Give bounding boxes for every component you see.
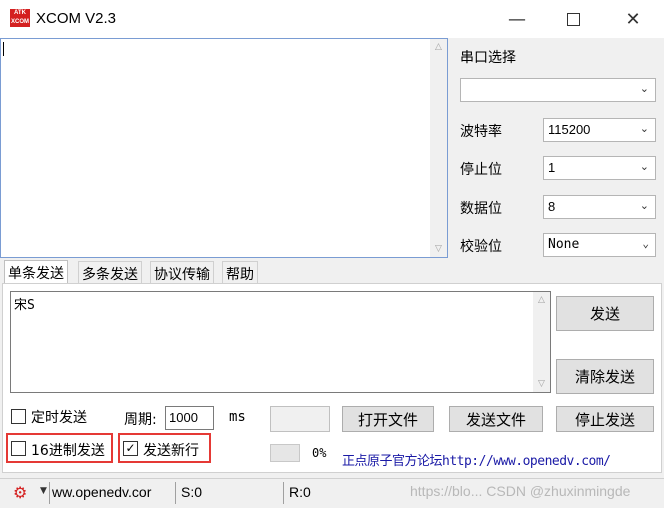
stop-bits-value: 1	[548, 160, 556, 175]
chevron-down-icon[interactable]: ▼	[40, 486, 47, 496]
port-select[interactable]: ⌄	[460, 78, 656, 102]
data-bits-label: 数据位	[460, 201, 502, 217]
stop-bits-label: 停止位	[460, 162, 502, 178]
chevron-down-icon: ⌄	[639, 161, 649, 173]
minimize-button[interactable]: —	[489, 0, 545, 38]
received-count: R:0	[289, 484, 311, 500]
status-separator	[283, 482, 284, 504]
watermark: https://blo... CSDN @zhuxinmingde	[410, 483, 631, 499]
port-label: 串口选择	[460, 50, 516, 66]
period-input[interactable]: 1000	[165, 406, 214, 430]
stop-bits-select[interactable]: 1 ⌄	[543, 156, 656, 180]
maximize-icon	[566, 12, 580, 26]
tab-multi-send[interactable]: 多条发送	[78, 261, 142, 285]
tab-protocol[interactable]: 协议传输	[150, 261, 214, 285]
data-bits-select[interactable]: 8 ⌄	[543, 195, 656, 219]
status-separator	[175, 482, 176, 504]
progress-bar	[270, 444, 300, 462]
open-file-button[interactable]: 打开文件	[342, 406, 434, 432]
scroll-down-icon[interactable]: ▽	[430, 241, 447, 257]
hex-send-label: 16进制发送	[31, 443, 105, 459]
data-bits-value: 8	[548, 199, 556, 214]
progress-percent: 0%	[312, 446, 327, 460]
baud-value: 115200	[548, 122, 591, 137]
send-button[interactable]: 发送	[556, 296, 654, 331]
scroll-up-icon[interactable]: △	[430, 39, 447, 55]
forum-link[interactable]: 正点原子官方论坛http://www.openedv.com/	[342, 450, 611, 469]
close-icon: ✕	[625, 8, 641, 30]
receive-scrollbar[interactable]: △ ▽	[430, 39, 447, 257]
status-separator	[49, 482, 50, 504]
receive-textarea[interactable]: △ ▽	[0, 38, 448, 258]
baud-select[interactable]: 115200 ⌄	[543, 118, 656, 142]
clear-send-button[interactable]: 清除发送	[556, 359, 654, 394]
chevron-down-icon: ⌄	[642, 237, 649, 250]
gear-icon[interactable]: ⚙	[13, 483, 27, 502]
status-site[interactable]: ww.openedv.cor	[52, 484, 172, 500]
status-bar: ⚙ ▼ ww.openedv.cor S:0 R:0 https://blo..…	[0, 478, 664, 508]
app-logo-icon: ATK XCOM	[10, 9, 30, 27]
newline-send-checkbox[interactable]: ✓	[123, 441, 138, 456]
send-scrollbar[interactable]: △ ▽	[533, 292, 550, 392]
scroll-up-icon[interactable]: △	[533, 292, 550, 308]
window-title: XCOM V2.3	[36, 10, 117, 27]
parity-value: None	[548, 237, 580, 252]
timed-send-label: 定时发送	[31, 410, 87, 426]
stop-send-button[interactable]: 停止发送	[556, 406, 654, 432]
parity-label: 校验位	[460, 239, 502, 255]
tab-single-send[interactable]: 单条发送	[4, 260, 68, 284]
parity-select[interactable]: None ⌄	[543, 233, 656, 257]
scroll-down-icon[interactable]: ▽	[533, 376, 550, 392]
hex-send-checkbox[interactable]	[11, 441, 26, 456]
send-textarea[interactable]: 宋S △ ▽	[10, 291, 551, 393]
checkmark-icon: ✓	[125, 441, 136, 455]
maximize-button[interactable]	[545, 0, 601, 38]
period-label: 周期:	[124, 412, 157, 428]
text-cursor	[3, 42, 4, 56]
send-text: 宋S	[14, 298, 35, 313]
timed-send-checkbox[interactable]	[11, 409, 26, 424]
newline-send-label: 发送新行	[143, 443, 199, 459]
tab-help[interactable]: 帮助	[222, 261, 258, 285]
close-button[interactable]: ✕	[605, 0, 661, 38]
period-unit: ms	[229, 409, 246, 425]
minimize-icon: —	[508, 8, 526, 30]
title-bar: ATK XCOM XCOM V2.3 — ✕	[0, 0, 664, 38]
chevron-down-icon: ⌄	[639, 200, 649, 212]
chevron-down-icon: ⌄	[639, 123, 649, 135]
sent-count: S:0	[181, 484, 203, 500]
chevron-down-icon: ⌄	[639, 83, 649, 95]
send-file-button[interactable]: 发送文件	[449, 406, 543, 432]
blank-field	[270, 406, 330, 432]
baud-label: 波特率	[460, 124, 502, 140]
